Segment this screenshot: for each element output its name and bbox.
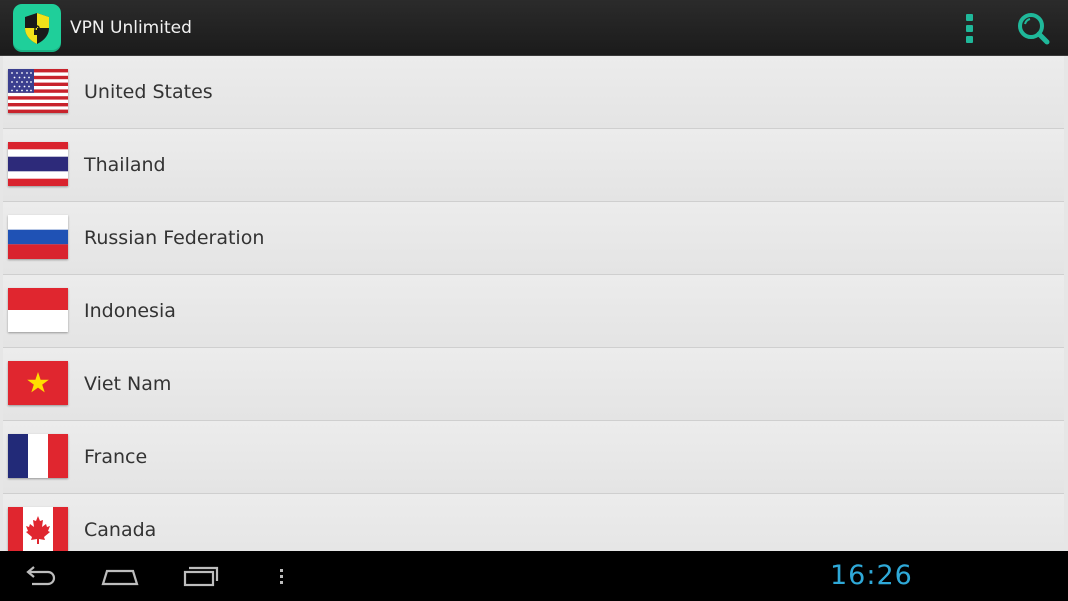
list-item[interactable]: Russian Federation: [3, 202, 1064, 275]
action-bar: VPN Unlimited: [0, 0, 1068, 56]
russia-flag-icon: [8, 215, 68, 259]
vietnam-flag-icon: [8, 361, 68, 405]
country-name: Thailand: [84, 154, 166, 176]
country-name: Viet Nam: [84, 373, 172, 395]
list-item[interactable]: Canada: [3, 494, 1064, 551]
recent-apps-icon: [183, 566, 219, 587]
country-name: Russian Federation: [84, 227, 265, 249]
country-name: France: [84, 446, 148, 468]
list-item[interactable]: Viet Nam: [3, 348, 1064, 421]
overflow-menu-button[interactable]: [958, 8, 982, 48]
list-item[interactable]: France: [3, 421, 1064, 494]
menu-dots-icon: [280, 569, 283, 584]
list-item[interactable]: Indonesia: [3, 275, 1064, 348]
france-flag-icon: [8, 434, 68, 478]
search-button[interactable]: [1012, 8, 1056, 48]
home-button[interactable]: [100, 559, 140, 593]
recent-apps-button[interactable]: [182, 559, 222, 593]
home-icon: [101, 569, 139, 586]
country-name: Indonesia: [84, 300, 176, 322]
country-name: Canada: [84, 519, 157, 541]
country-list[interactable]: United States Thailand Russian Federatio…: [0, 56, 1068, 551]
list-item[interactable]: Thailand: [3, 129, 1064, 202]
back-icon: [26, 566, 56, 586]
thailand-flag-icon: [8, 142, 68, 186]
menu-button[interactable]: [272, 559, 292, 593]
shield-lock-icon[interactable]: [13, 4, 61, 52]
system-clock: 16:26: [830, 560, 913, 591]
canada-flag-icon: [8, 507, 68, 551]
indonesia-flag-icon: [8, 288, 68, 332]
app-title: VPN Unlimited: [70, 18, 192, 38]
us-flag-icon: [8, 69, 68, 113]
back-button[interactable]: [20, 559, 60, 593]
list-item[interactable]: United States: [3, 56, 1064, 129]
search-icon: [1018, 13, 1050, 45]
country-name: United States: [84, 81, 213, 103]
